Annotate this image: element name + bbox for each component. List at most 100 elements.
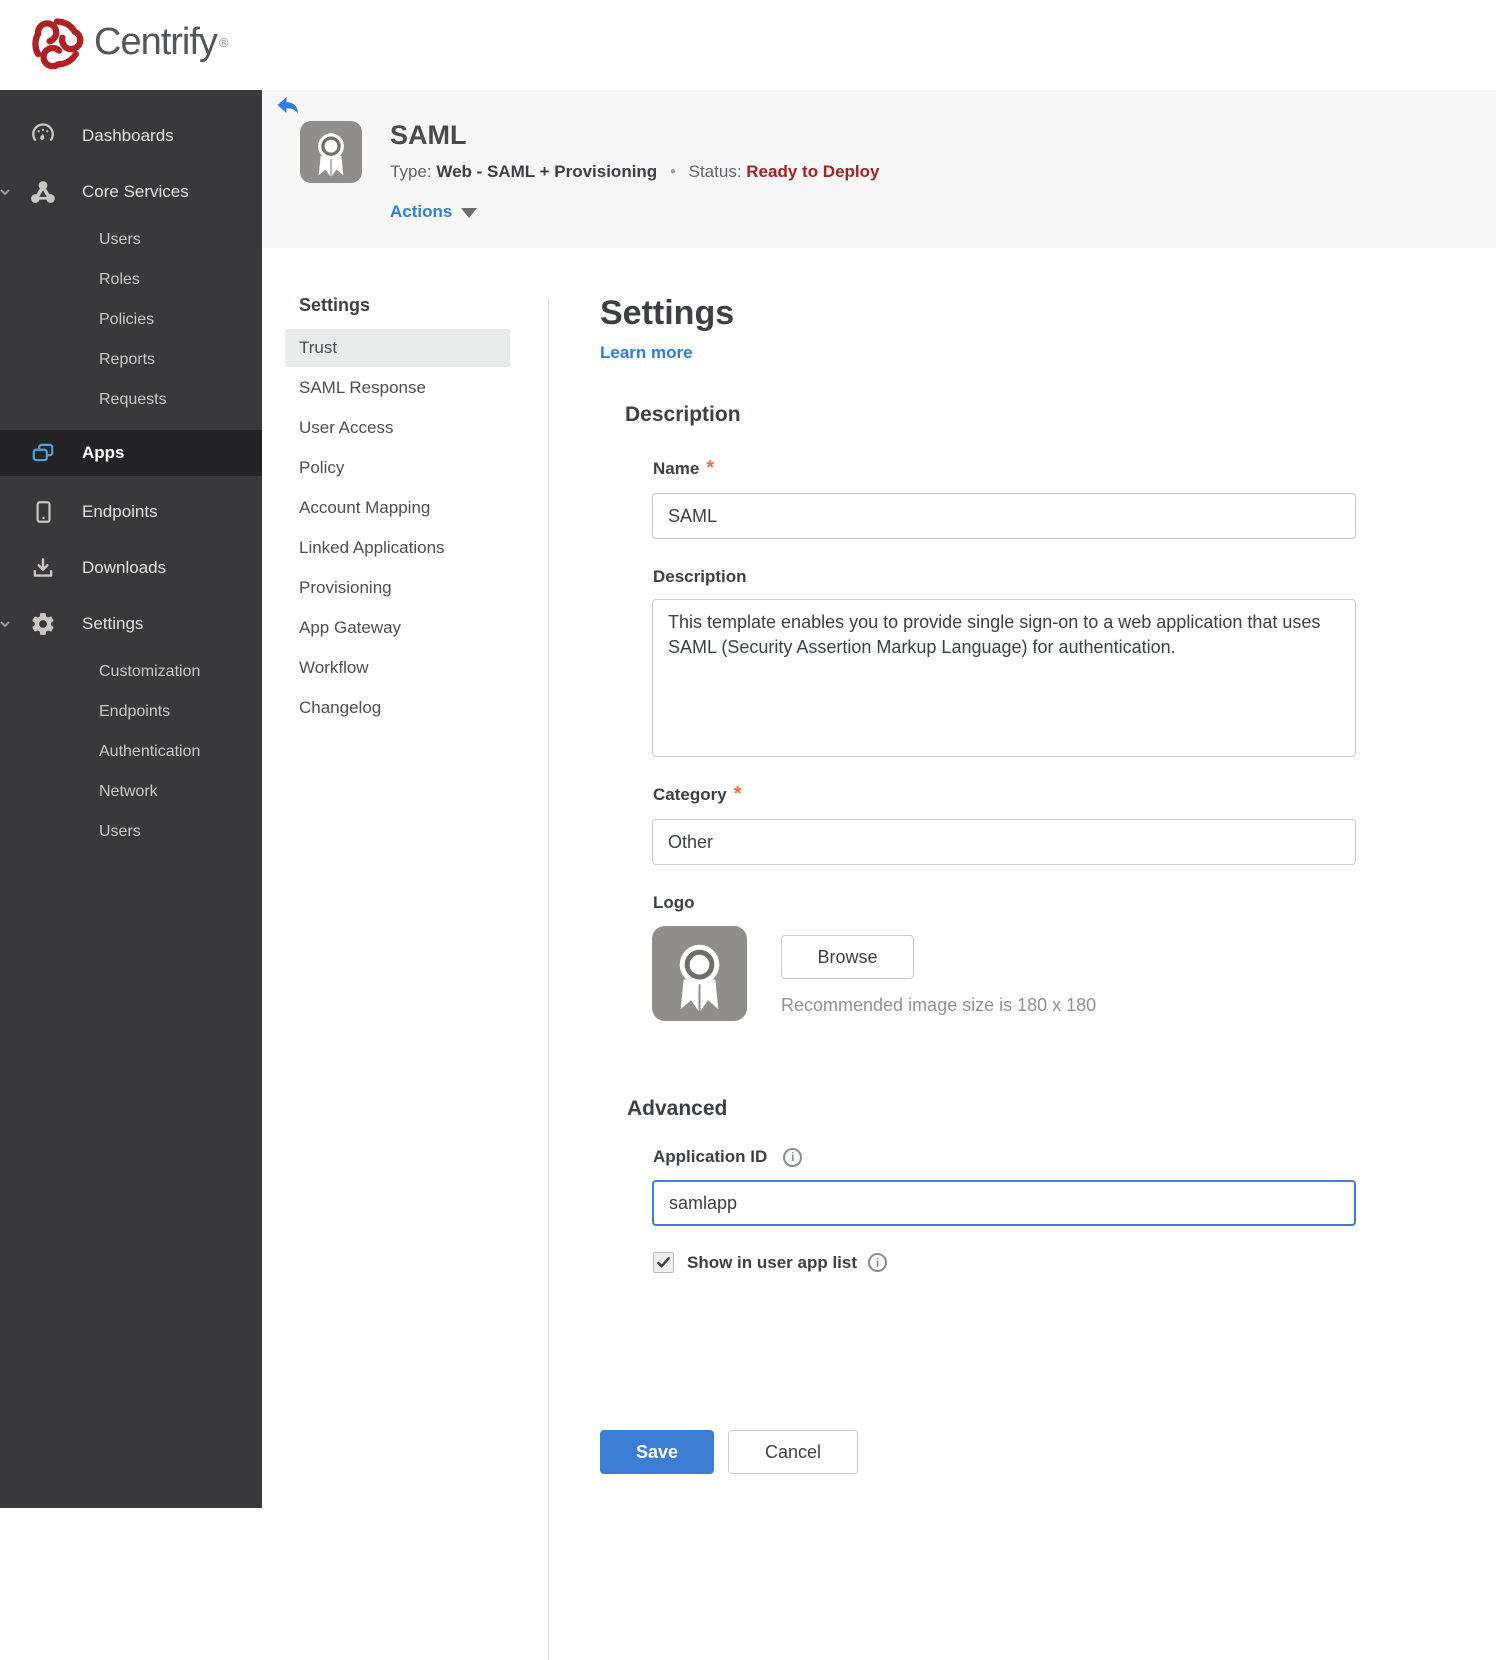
subnav-header: Settings [299, 295, 371, 315]
sidebar-item-label: Requests [99, 391, 167, 408]
page-title: Settings [600, 294, 735, 332]
sidebar-item-label: Settings [82, 614, 144, 633]
sidebar-item-users[interactable]: Users [0, 220, 262, 260]
centrify-swirl-icon [32, 18, 84, 70]
name-input[interactable] [652, 493, 1356, 539]
sidebar-item-policies[interactable]: Policies [0, 300, 262, 340]
sidebar-item-label: Authentication [99, 743, 201, 760]
sidebar-item-label: Reports [99, 351, 156, 368]
type-value: Web - SAML + Provisioning [436, 162, 658, 181]
description-textarea[interactable]: This template enables you to provide sin… [652, 599, 1356, 757]
subnav-item-linked-applications[interactable]: Linked Applications [285, 529, 510, 567]
sidebar-item-label: Roles [99, 271, 140, 288]
logo-label: Logo [653, 893, 695, 912]
dropdown-triangle-icon [461, 208, 478, 218]
logo-preview-tile [652, 926, 747, 1021]
application-id-label: Application ID [653, 1147, 1380, 1167]
endpoints-phone-icon [30, 499, 56, 525]
app-logo-tile [300, 121, 362, 183]
app-header: SAML Type: Web - SAML + Provisioning • S… [262, 90, 1496, 248]
sidebar-item-roles[interactable]: Roles [0, 260, 262, 300]
meta-separator: • [669, 162, 676, 181]
info-icon[interactable] [868, 1253, 888, 1272]
status-label: Status: [688, 162, 742, 181]
application-id-input[interactable] [652, 1180, 1356, 1226]
category-input[interactable] [652, 819, 1356, 865]
actions-dropdown[interactable]: Actions [390, 202, 478, 222]
brand-registered-mark: ® [218, 34, 229, 50]
app-meta-line: Type: Web - SAML + Provisioning • Status… [390, 162, 879, 182]
description-label: Description [653, 567, 747, 586]
form-buttons: Save Cancel [600, 1430, 1380, 1474]
sidebar-item-label: Customization [99, 663, 201, 680]
info-icon[interactable] [783, 1147, 803, 1167]
ribbon-award-icon [679, 944, 720, 1012]
sidebar-item-label: Users [99, 231, 141, 248]
sidebar-item-label: Policies [99, 311, 155, 328]
settings-gear-icon [30, 611, 56, 637]
browse-button[interactable]: Browse [781, 935, 914, 979]
subnav-item-trust[interactable]: Trust [285, 329, 510, 367]
dashboard-gauge-icon [30, 123, 56, 149]
logo-size-hint: Recommended image size is 180 x 180 [781, 995, 1097, 1015]
required-asterisk: * [733, 783, 742, 805]
description-section-title: Description [625, 403, 741, 426]
logo-row: Browse Recommended image size is 180 x 1… [652, 926, 1380, 1021]
sidebar-item-endpoints-settings[interactable]: Endpoints [0, 692, 262, 732]
main-content: Settings Trust SAML Response User Access… [262, 248, 1496, 1660]
show-in-app-list-label: Show in user app list [687, 1252, 858, 1272]
sidebar-item-label: Endpoints [82, 502, 158, 521]
sidebar-item-endpoints[interactable]: Endpoints [0, 484, 262, 540]
sidebar-item-apps[interactable]: Apps [0, 430, 262, 476]
sidebar-item-label: Dashboards [82, 126, 174, 145]
subnav-item-user-access[interactable]: User Access [285, 409, 510, 447]
sidebar-item-settings[interactable]: Settings [0, 596, 262, 652]
downloads-icon [30, 555, 56, 581]
sidebar-item-label: Network [99, 783, 158, 800]
core-services-icon [30, 179, 56, 205]
sidebar-item-downloads[interactable]: Downloads [0, 540, 262, 596]
sidebar-item-label: Core Services [82, 182, 189, 201]
save-button[interactable]: Save [600, 1430, 714, 1474]
learn-more-link[interactable]: Learn more [600, 343, 693, 363]
subnav-item-policy[interactable]: Policy [285, 449, 510, 487]
name-label: Name * [653, 457, 715, 479]
sidebar-item-label: Apps [82, 443, 125, 462]
sidebar-item-customization[interactable]: Customization [0, 652, 262, 692]
show-in-app-list-checkbox[interactable] [653, 1252, 674, 1273]
advanced-section-title: Advanced [627, 1097, 728, 1120]
centrify-logo: Centrify ® [28, 13, 229, 71]
subnav-item-changelog[interactable]: Changelog [285, 689, 510, 727]
back-arrow-icon[interactable] [276, 96, 300, 118]
apps-icon [30, 440, 56, 466]
subnav-item-account-mapping[interactable]: Account Mapping [285, 489, 510, 527]
app-title: SAML [390, 120, 467, 150]
sidebar-item-label: Endpoints [99, 703, 171, 720]
sidebar-item-authentication[interactable]: Authentication [0, 732, 262, 772]
show-in-app-list-row: Show in user app list [653, 1252, 1380, 1273]
cancel-button[interactable]: Cancel [728, 1430, 858, 1474]
chevron-expanded-icon [0, 616, 13, 632]
top-bar: Centrify ® [0, 0, 1496, 90]
checkmark-icon [657, 1257, 670, 1268]
subnav-item-workflow[interactable]: Workflow [285, 649, 510, 687]
subnav-item-provisioning[interactable]: Provisioning [285, 569, 510, 607]
required-asterisk: * [706, 457, 715, 479]
vertical-divider [548, 300, 549, 1660]
subnav-item-app-gateway[interactable]: App Gateway [285, 609, 510, 647]
sidebar-item-users-settings[interactable]: Users [0, 812, 262, 852]
actions-label: Actions [390, 202, 453, 221]
subnav-item-saml-response[interactable]: SAML Response [285, 369, 510, 407]
sidebar-item-reports[interactable]: Reports [0, 340, 262, 380]
ribbon-award-icon [318, 133, 344, 177]
brand-name: Centrify [94, 20, 218, 63]
sidebar-item-label: Downloads [82, 558, 167, 577]
chevron-expanded-icon [0, 184, 13, 200]
sidebar-item-requests[interactable]: Requests [0, 380, 262, 420]
sidebar-item-network[interactable]: Network [0, 772, 262, 812]
sidebar-item-dashboards[interactable]: Dashboards [0, 108, 262, 164]
sidebar-item-core-services[interactable]: Core Services [0, 164, 262, 220]
sidebar-nav: Dashboards Core Services Users Roles Pol… [0, 90, 262, 1508]
type-label: Type: [390, 162, 432, 181]
status-value: Ready to Deploy [746, 162, 880, 181]
